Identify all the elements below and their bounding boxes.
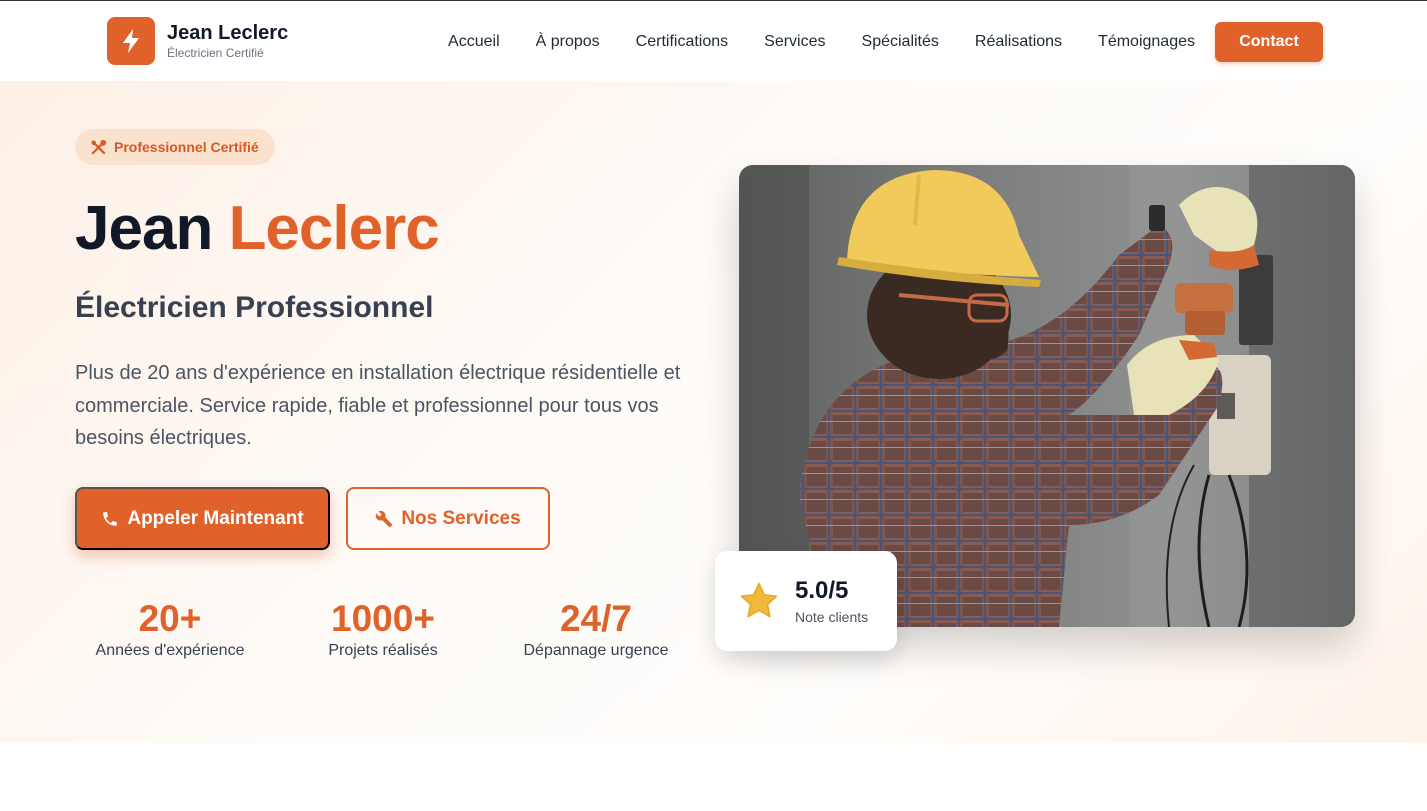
contact-button[interactable]: Contact bbox=[1215, 22, 1323, 62]
phone-icon bbox=[101, 510, 119, 528]
star-icon bbox=[739, 582, 779, 620]
hero-subtitle: Électricien Professionnel bbox=[75, 291, 434, 324]
rating-label: Note clients bbox=[795, 608, 869, 625]
rating-card: 5.0/5 Note clients bbox=[715, 551, 897, 651]
nav-link-services[interactable]: Services bbox=[764, 22, 825, 62]
nav-link-specialites[interactable]: Spécialités bbox=[862, 22, 939, 62]
stat-label: Dépannage urgence bbox=[523, 642, 669, 659]
nav-link-realisations[interactable]: Réalisations bbox=[975, 22, 1062, 62]
badge-label: Professionnel Certifié bbox=[114, 139, 259, 155]
stat-value: 24/7 bbox=[559, 598, 632, 639]
nav-link-accueil[interactable]: Accueil bbox=[448, 22, 500, 62]
brand-tagline: Électricien Certifié bbox=[167, 46, 264, 60]
nav-link-certifications[interactable]: Certifications bbox=[636, 22, 728, 62]
page-title: Jean Leclerc bbox=[75, 192, 440, 266]
lightning-bolt-icon bbox=[107, 17, 155, 65]
nav-link-a-propos[interactable]: À propos bbox=[536, 22, 600, 62]
stat-label: Années d'expérience bbox=[95, 642, 245, 659]
stat-experience: 20+ Années d'expérience bbox=[90, 598, 250, 661]
tools-icon bbox=[91, 139, 106, 155]
title-first-name: Jean bbox=[75, 194, 213, 263]
brand[interactable]: Jean Leclerc Électricien Certifié bbox=[107, 17, 288, 65]
call-now-button[interactable]: Appeler Maintenant bbox=[75, 487, 330, 550]
rating-value: 5.0/5 bbox=[795, 576, 849, 604]
stat-label: Projets réalisés bbox=[328, 642, 438, 659]
stat-projects: 1000+ Projets réalisés bbox=[313, 598, 453, 661]
certified-badge: Professionnel Certifié bbox=[75, 129, 275, 165]
our-services-label: Nos Services bbox=[401, 507, 521, 529]
wrench-icon bbox=[375, 510, 393, 528]
hero-description: Plus de 20 ans d'expérience en installat… bbox=[75, 362, 681, 449]
brand-name: Jean Leclerc bbox=[167, 22, 289, 44]
nav-link-temoignages[interactable]: Témoignages bbox=[1098, 22, 1195, 62]
main-nav: Accueil À propos Certifications Services… bbox=[448, 22, 1323, 62]
our-services-button[interactable]: Nos Services bbox=[346, 487, 550, 550]
stat-emergency: 24/7 Dépannage urgence bbox=[516, 598, 676, 661]
call-now-label: Appeler Maintenant bbox=[127, 507, 304, 529]
stat-value: 1000+ bbox=[331, 598, 435, 639]
title-last-name: Leclerc bbox=[228, 194, 440, 263]
top-navbar: Jean Leclerc Électricien Certifié Accuei… bbox=[0, 0, 1427, 81]
stat-value: 20+ bbox=[138, 598, 202, 639]
